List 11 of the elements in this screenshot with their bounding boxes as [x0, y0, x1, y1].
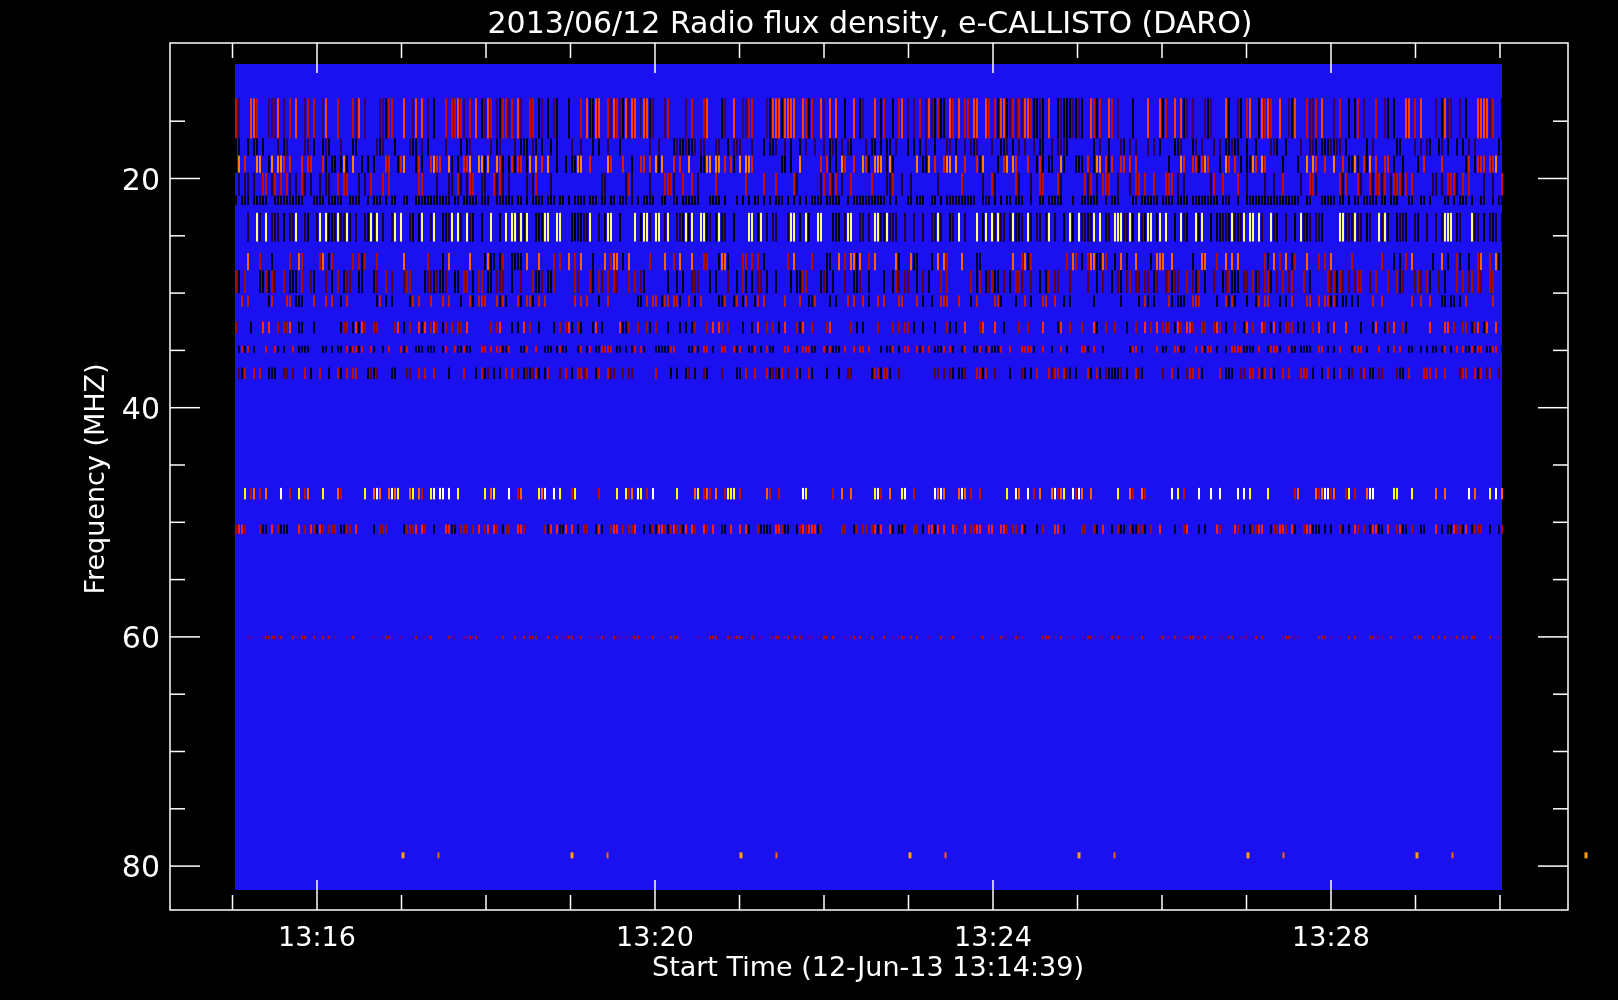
- x-tick-label: 13:20: [616, 921, 694, 952]
- chart-title: 2013/06/12 Radio flux density, e-CALLISTO (DARO): [487, 5, 1253, 40]
- y-tick-label: 80: [121, 849, 160, 885]
- y-tick-label: 60: [121, 619, 160, 655]
- x-tick-label: 13:28: [1292, 921, 1370, 952]
- x-tick-label: 13:24: [954, 921, 1032, 952]
- y-tick-label: 20: [121, 161, 160, 197]
- y-axis-label: Frequency (MHZ): [79, 363, 110, 595]
- y-tick-label: 40: [121, 390, 160, 426]
- x-tick-label: 13:16: [278, 921, 356, 952]
- x-axis-label: Start Time (12-Jun-13 13:14:39): [652, 951, 1084, 982]
